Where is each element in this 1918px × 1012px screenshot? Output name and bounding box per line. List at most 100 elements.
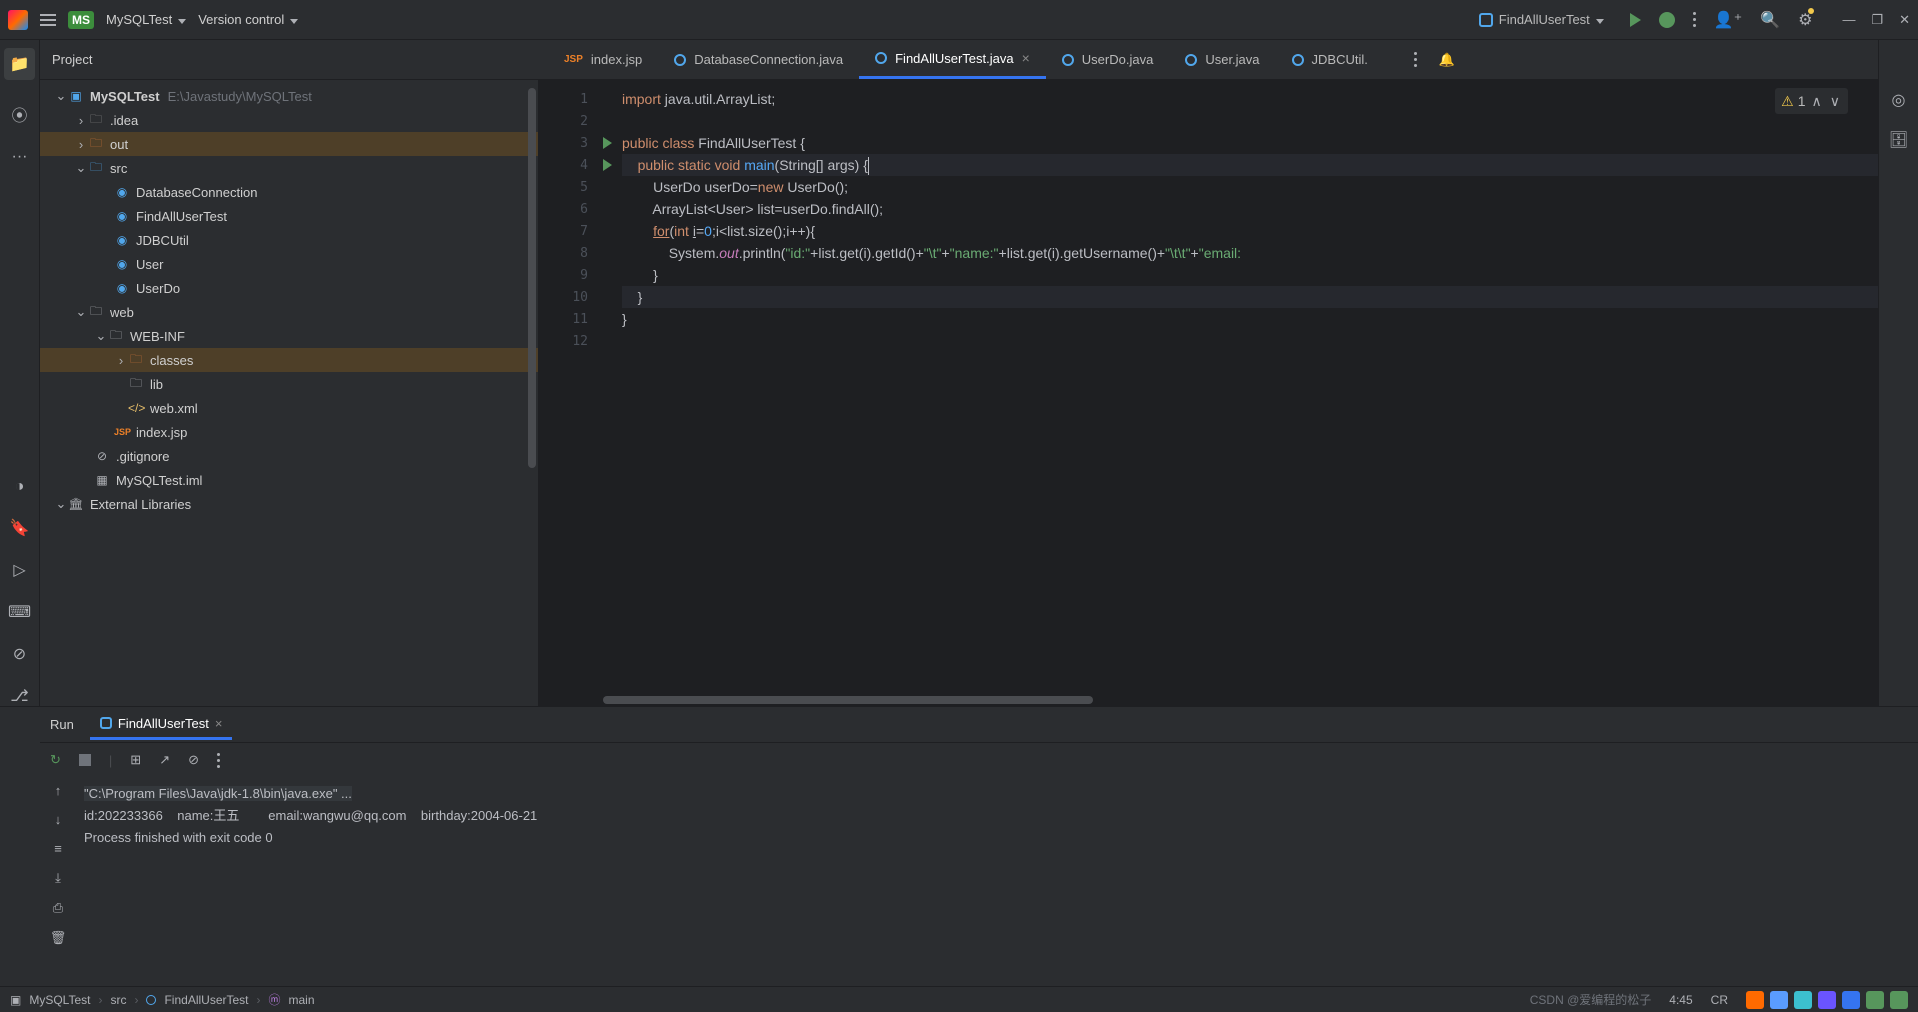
- up-icon[interactable]: ↑: [55, 783, 62, 798]
- horizontal-scrollbar[interactable]: [538, 694, 1878, 706]
- caret-position[interactable]: 4:45: [1669, 993, 1692, 1007]
- tab-options-icon[interactable]: [1404, 40, 1427, 79]
- chevron-down-icon: [178, 12, 186, 27]
- bookmarks-icon[interactable]: 🔖: [10, 518, 30, 538]
- clear-icon[interactable]: 🗑: [50, 930, 67, 946]
- project-tree[interactable]: ⌄▣ MySQLTest E:\Javastudy\MySQLTest ›🗀.i…: [40, 80, 538, 706]
- filter-icon[interactable]: ⊘: [188, 752, 199, 768]
- inspection-widget[interactable]: ⚠ 1 ∧ ∨: [1775, 88, 1848, 114]
- tree-item-class[interactable]: ◉FindAllUserTest: [40, 204, 538, 228]
- run-side-actions: ↑ ↓ ≡ ⤓ ⎙ 🗑: [40, 777, 76, 986]
- tree-item-src[interactable]: ⌄🗀src: [40, 156, 538, 180]
- tree-item-out[interactable]: ›🗀out: [40, 132, 538, 156]
- tree-item-class[interactable]: ◉User: [40, 252, 538, 276]
- services-icon[interactable]: ◑: [15, 478, 25, 496]
- tab-userdo[interactable]: UserDo.java: [1046, 40, 1170, 79]
- close-tab-icon[interactable]: ×: [1022, 50, 1030, 66]
- database-icon[interactable]: 🗄: [1888, 130, 1908, 150]
- tree-item-idea[interactable]: ›🗀.idea: [40, 108, 538, 132]
- intellij-icon: [8, 10, 28, 30]
- more-actions-icon[interactable]: [1693, 12, 1696, 27]
- layout-icon[interactable]: ⊞: [130, 752, 141, 768]
- soft-wrap-icon[interactable]: ≡: [54, 841, 62, 856]
- run-config-dropdown[interactable]: FindAllUserTest: [1471, 8, 1612, 31]
- code-editor[interactable]: ⚠ 1 ∧ ∨ import java.util.ArrayList; publ…: [598, 80, 1878, 694]
- project-badge: MS: [68, 11, 94, 29]
- debug-button[interactable]: [1659, 12, 1675, 28]
- tree-item-webinf[interactable]: ⌄🗀WEB-INF: [40, 324, 538, 348]
- maximize-icon[interactable]: ❐: [1871, 12, 1883, 28]
- scrollbar[interactable]: [528, 88, 536, 468]
- tree-item-indexjsp[interactable]: JSPindex.jsp: [40, 420, 538, 444]
- tree-item-class[interactable]: ◉UserDo: [40, 276, 538, 300]
- class-icon: [1062, 54, 1074, 66]
- project-name: MySQLTest: [106, 12, 172, 27]
- problems-icon[interactable]: ⊘: [13, 644, 26, 664]
- close-icon[interactable]: ✕: [1899, 12, 1910, 28]
- tab-indexjsp[interactable]: JSPindex.jsp: [548, 40, 658, 79]
- gutter[interactable]: 1 2 3 4 5 6 7 8 9 10 11 12: [538, 80, 598, 694]
- tab-findallusertest[interactable]: FindAllUserTest.java×: [859, 40, 1046, 79]
- tray-icon[interactable]: [1818, 991, 1836, 1009]
- tree-item-classes[interactable]: ›🗀classes: [40, 348, 538, 372]
- project-dropdown[interactable]: MySQLTest: [106, 12, 186, 27]
- tree-item-lib[interactable]: 🗀lib: [40, 372, 538, 396]
- tab-jdbcutil[interactable]: JDBCUtil.: [1276, 40, 1384, 79]
- run-tool-icon[interactable]: ▷: [13, 560, 25, 580]
- down-icon[interactable]: ↓: [55, 812, 62, 827]
- tab-databaseconnection[interactable]: DatabaseConnection.java: [658, 40, 859, 79]
- tree-item-webxml[interactable]: </>web.xml: [40, 396, 538, 420]
- titlebar: MS MySQLTest Version control FindAllUser…: [0, 0, 1918, 40]
- tree-item-extlib[interactable]: ⌄🏛External Libraries: [40, 492, 538, 516]
- more-tabs-icon[interactable]: [1384, 40, 1404, 79]
- close-icon[interactable]: ×: [215, 716, 223, 731]
- tray-icon[interactable]: [1890, 991, 1908, 1009]
- terminal-icon[interactable]: ⌨: [8, 602, 31, 622]
- vcs-label: Version control: [198, 12, 284, 27]
- tree-item-web[interactable]: ⌄🗀web: [40, 300, 538, 324]
- root-path: E:\Javastudy\MySQLTest: [168, 89, 312, 104]
- run-button[interactable]: [1630, 13, 1641, 27]
- run-output[interactable]: "C:\Program Files\Java\jdk-1.8\bin\java.…: [76, 777, 1918, 986]
- stop-icon[interactable]: [79, 754, 91, 766]
- structure-tool-icon[interactable]: ⦿: [11, 102, 27, 126]
- tray-icon[interactable]: [1794, 991, 1812, 1009]
- main-menu-icon[interactable]: [40, 14, 56, 26]
- prev-warning-icon[interactable]: ∧: [1810, 90, 1824, 112]
- tree-item-class[interactable]: ◉DatabaseConnection: [40, 180, 538, 204]
- run-tab-name: FindAllUserTest: [118, 716, 209, 731]
- run-toolbar: ↻ | ⊞ ↗ ⊘: [40, 743, 1918, 777]
- vcs-dropdown[interactable]: Version control: [198, 12, 298, 27]
- more-tools-icon[interactable]: ···: [12, 148, 28, 166]
- settings-icon[interactable]: ⚙: [1798, 10, 1812, 30]
- ai-icon[interactable]: ◎: [1892, 90, 1906, 110]
- export-icon[interactable]: ↗: [159, 752, 170, 768]
- tray-icon[interactable]: [1770, 991, 1788, 1009]
- tray-icon[interactable]: [1842, 991, 1860, 1009]
- code-with-me-icon[interactable]: 👤⁺: [1714, 10, 1742, 30]
- breadcrumb[interactable]: ▣ MySQLTest› src› FindAllUserTest› ⓜ mai…: [10, 991, 315, 1008]
- editor-pane: JSPindex.jsp DatabaseConnection.java Fin…: [538, 40, 1878, 706]
- scroll-end-icon[interactable]: ⤓: [55, 870, 61, 886]
- notifications-icon[interactable]: 🔔: [1427, 40, 1467, 79]
- project-tool-icon[interactable]: 📁: [4, 48, 36, 80]
- tree-root[interactable]: ⌄▣ MySQLTest E:\Javastudy\MySQLTest: [40, 84, 538, 108]
- tab-user[interactable]: User.java: [1169, 40, 1275, 79]
- tree-item-iml[interactable]: ▦MySQLTest.iml: [40, 468, 538, 492]
- run-tool-window: Run FindAllUserTest × ↻ | ⊞ ↗ ⊘ ↑ ↓ ≡ ⤓ …: [0, 706, 1918, 986]
- class-icon: [100, 717, 112, 729]
- print-icon[interactable]: ⎙: [53, 900, 63, 916]
- rerun-icon[interactable]: ↻: [50, 752, 61, 768]
- git-icon[interactable]: ⎇: [10, 686, 28, 706]
- next-warning-icon[interactable]: ∨: [1828, 90, 1842, 112]
- more-icon[interactable]: [217, 753, 220, 768]
- tray-icon[interactable]: [1746, 991, 1764, 1009]
- tree-item-class[interactable]: ◉JDBCUtil: [40, 228, 538, 252]
- tray-icon[interactable]: [1866, 991, 1884, 1009]
- tree-item-gitignore[interactable]: ⊘.gitignore: [40, 444, 538, 468]
- run-tab[interactable]: FindAllUserTest ×: [90, 710, 233, 740]
- minimize-icon[interactable]: —: [1842, 12, 1855, 28]
- search-icon[interactable]: 🔍: [1760, 10, 1780, 30]
- right-rail: ◎ 🗄: [1878, 40, 1918, 706]
- line-separator[interactable]: CR: [1711, 993, 1728, 1007]
